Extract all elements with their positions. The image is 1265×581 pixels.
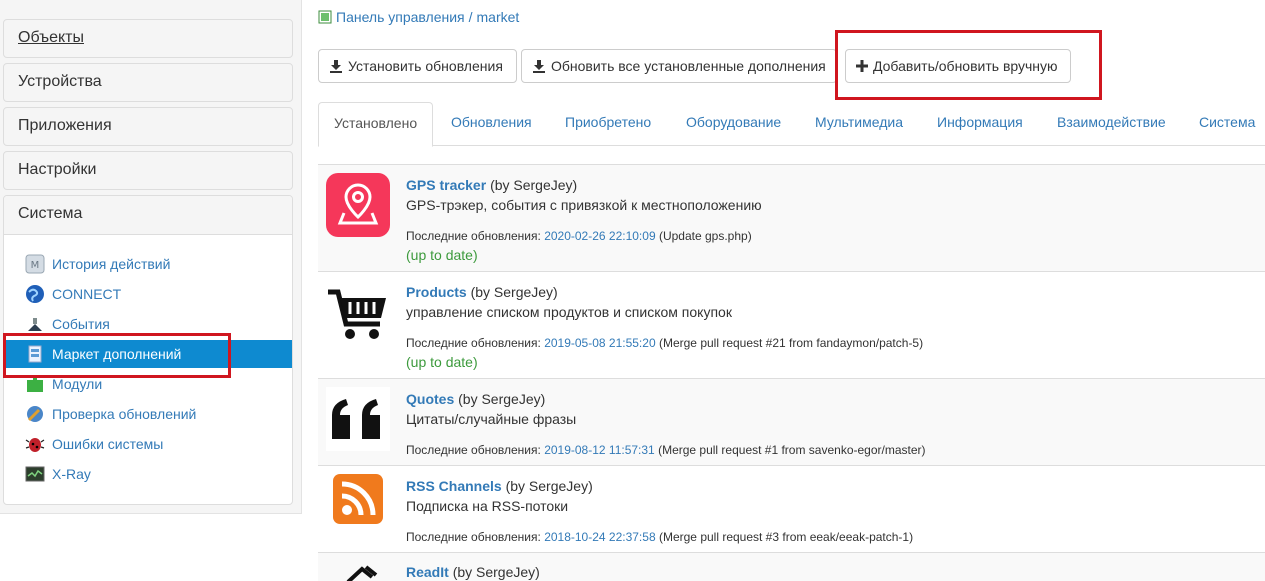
update-label: Последние обновления: [406, 530, 541, 544]
update-label: Последние обновления: [406, 443, 541, 457]
xray-icon [24, 463, 46, 485]
tab-updates[interactable]: Обновления [436, 102, 547, 146]
plugin-title: GPS tracker (by SergeJey) [406, 177, 577, 193]
breadcrumb-root[interactable]: Панель управления [336, 9, 465, 25]
plugin-name-link[interactable]: Quotes [406, 391, 454, 407]
sidebar-item-connect[interactable]: CONNECT [4, 280, 292, 308]
category-tabs: Установлено Обновления Приобретено Обору… [318, 102, 1265, 147]
sidebar-section-label: Объекты [18, 29, 84, 46]
button-label: Установить обновления [348, 58, 503, 74]
quote-icon [326, 387, 390, 451]
sidebar-item-label: X-Ray [52, 466, 91, 482]
tab-interaction[interactable]: Взаимодействие [1042, 102, 1181, 146]
update-date-link[interactable]: 2018-10-24 22:37:58 [544, 530, 655, 544]
sidebar-section-label: Настройки [18, 161, 97, 178]
plugin-title: Quotes (by SergeJey) [406, 391, 545, 407]
plugin-description: Подписка на RSS-потоки [406, 498, 569, 514]
rss-icon [333, 474, 383, 524]
plugin-title: ReadIt (by SergeJey) [406, 564, 540, 580]
list-item: Quotes (by SergeJey) Цитаты/случайные фр… [318, 378, 1265, 465]
highlight-box-add-manual [835, 30, 1102, 100]
list-item: ReadIt (by SergeJey) [318, 552, 1265, 581]
update-note: (Merge pull request #21 from fandaymon/p… [658, 336, 924, 350]
sidebar-item-label: События [52, 316, 110, 332]
update-label: Последние обновления: [406, 336, 541, 350]
install-updates-button[interactable]: Установить обновления [318, 49, 517, 83]
list-item: RSS Channels (by SergeJey) Подписка на R… [318, 465, 1265, 552]
globe-icon [24, 283, 46, 305]
update-all-button[interactable]: Обновить все установленные дополнения [521, 49, 837, 83]
plugin-author: (by SergeJey) [452, 564, 540, 580]
tab-hardware[interactable]: Оборудование [671, 102, 796, 146]
plugin-description: управление списком продуктов и списком п… [406, 304, 732, 320]
breadcrumb-separator: / [468, 9, 473, 25]
readit-icon [326, 563, 390, 581]
button-label: Обновить все установленные дополнения [551, 58, 826, 74]
history-icon: M [24, 253, 46, 275]
update-note: (Merge pull request #3 from eeak/eeak-pa… [658, 530, 914, 544]
tab-multimedia[interactable]: Мультимедиа [800, 102, 918, 146]
plugin-last-update: Последние обновления: 2020-02-26 22:10:0… [406, 229, 752, 243]
download-icon [532, 59, 546, 73]
sidebar-section-system-title[interactable]: Система [4, 196, 292, 235]
plugin-last-update: Последние обновления: 2019-08-12 11:57:3… [406, 443, 926, 457]
map-pin-icon [326, 173, 390, 237]
sidebar-item-label: История действий [52, 256, 171, 272]
sidebar-item-label: Модули [52, 376, 103, 392]
plugin-name-link[interactable]: ReadIt [406, 564, 449, 580]
sidebar-item-label: Ошибки системы [52, 436, 164, 452]
plugin-title: RSS Channels (by SergeJey) [406, 478, 593, 494]
tab-system[interactable]: Система [1184, 102, 1265, 146]
sidebar-section-apps[interactable]: Приложения [3, 107, 293, 146]
plugin-name-link[interactable]: Products [406, 284, 467, 300]
sidebar-section-label: Приложения [18, 117, 112, 134]
update-check-icon [24, 403, 46, 425]
list-item: Products (by SergeJey) управление списко… [318, 271, 1265, 378]
highlight-box-market [3, 333, 231, 378]
plugin-name-link[interactable]: GPS tracker [406, 177, 486, 193]
svg-text:M: M [31, 260, 40, 271]
plugin-description: GPS-трэкер, события с привязкой к местно… [406, 197, 762, 213]
plugin-author: (by SergeJey) [458, 391, 546, 407]
sidebar-item-update-check[interactable]: Проверка обновлений [4, 400, 292, 428]
plugin-name-link[interactable]: RSS Channels [406, 478, 502, 494]
update-date-link[interactable]: 2019-08-12 11:57:31 [544, 443, 655, 457]
sidebar-section-objects[interactable]: Объекты [3, 19, 293, 58]
plugin-author: (by SergeJey) [505, 478, 593, 494]
plugin-author: (by SergeJey) [470, 284, 558, 300]
sidebar-item-errors[interactable]: Ошибки системы [4, 430, 292, 458]
plugin-status: (up to date) [406, 247, 478, 263]
update-note: (Merge pull request #1 from savenko-egor… [658, 443, 926, 457]
plugin-description: Цитаты/случайные фразы [406, 411, 577, 427]
tab-information[interactable]: Информация [922, 102, 1038, 146]
sidebar-item-history[interactable]: M История действий [4, 250, 292, 278]
plugin-last-update: Последние обновления: 2019-05-08 21:55:2… [406, 336, 923, 350]
sidebar-section-label: Устройства [18, 73, 102, 90]
download-icon [329, 59, 343, 73]
sidebar-item-label: Проверка обновлений [52, 406, 197, 422]
update-note: (Update gps.php) [658, 229, 752, 243]
update-label: Последние обновления: [406, 229, 541, 243]
plugin-status: (up to date) [406, 354, 478, 370]
plugin-author: (by SergeJey) [490, 177, 578, 193]
shopping-cart-icon [326, 280, 390, 344]
sidebar-section-devices[interactable]: Устройства [3, 63, 293, 102]
bug-icon [24, 433, 46, 455]
plugin-last-update: Последние обновления: 2018-10-24 22:37:5… [406, 530, 913, 544]
update-date-link[interactable]: 2020-02-26 22:10:09 [544, 229, 655, 243]
sidebar: Объекты Устройства Приложения Настройки … [0, 0, 302, 514]
tab-installed[interactable]: Установлено [318, 102, 434, 147]
events-icon [24, 313, 46, 335]
update-date-link[interactable]: 2019-05-08 21:55:20 [544, 336, 655, 350]
plugin-title: Products (by SergeJey) [406, 284, 558, 300]
breadcrumb: Панель управления / market [318, 9, 519, 25]
sidebar-item-label: CONNECT [52, 286, 122, 302]
tab-purchased[interactable]: Приобретено [550, 102, 666, 146]
breadcrumb-current[interactable]: market [477, 9, 520, 25]
sidebar-section-settings[interactable]: Настройки [3, 151, 293, 190]
list-item: GPS tracker (by SergeJey) GPS-трэкер, со… [318, 164, 1265, 271]
home-icon [318, 10, 332, 24]
sidebar-item-xray[interactable]: X-Ray [4, 460, 292, 488]
